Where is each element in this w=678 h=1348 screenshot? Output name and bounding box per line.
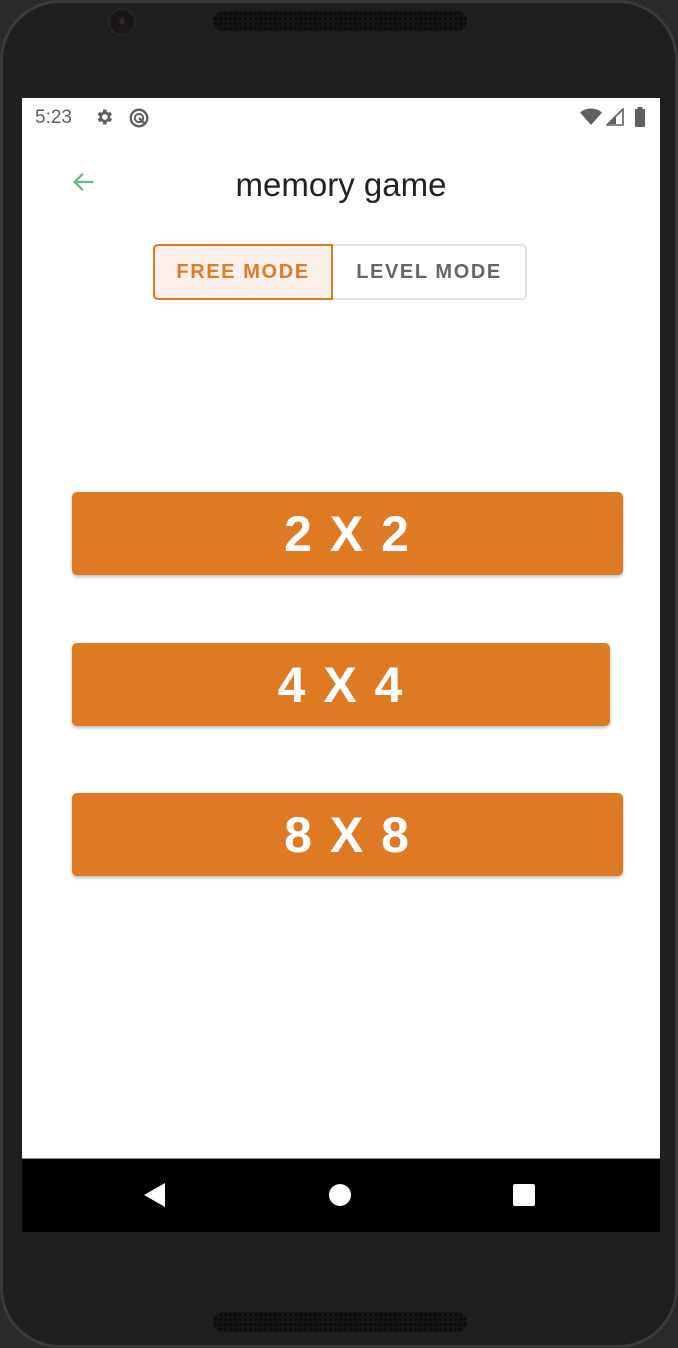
back-triangle-icon: [143, 1182, 167, 1213]
phone-frame: 5:23 memory game FREE MODE LEVEL MODE 2 …: [0, 0, 678, 1348]
wifi-icon: [580, 108, 602, 131]
app-bar: memory game: [22, 136, 660, 236]
grid-2x2-button[interactable]: 2 X 2: [72, 492, 623, 575]
bottom-speaker: [213, 1312, 467, 1332]
mode-toggle: FREE MODE LEVEL MODE: [153, 244, 527, 300]
nav-recents-button[interactable]: [504, 1177, 544, 1217]
page-title: memory game: [235, 166, 447, 203]
system-nav-bar: [22, 1158, 660, 1232]
grid-8x8-button[interactable]: 8 X 8: [72, 793, 623, 876]
recents-square-icon: [512, 1183, 536, 1212]
status-time: 5:23: [35, 107, 72, 128]
nav-home-button[interactable]: [320, 1177, 360, 1217]
battery-icon: [634, 107, 646, 132]
status-bar: 5:23: [22, 98, 660, 136]
gear-icon: [94, 107, 114, 132]
front-camera: [110, 10, 134, 34]
cellular-signal-icon: [605, 107, 624, 131]
home-circle-icon: [328, 1183, 352, 1212]
grid-4x4-button[interactable]: 4 X 4: [72, 643, 610, 726]
nav-back-button[interactable]: [135, 1177, 175, 1217]
screen: 5:23 memory game FREE MODE LEVEL MODE 2 …: [22, 98, 660, 1232]
level-mode-tab[interactable]: LEVEL MODE: [333, 244, 527, 300]
free-mode-tab[interactable]: FREE MODE: [153, 244, 334, 300]
top-speaker: [213, 11, 467, 31]
do-not-disturb-icon: [128, 107, 150, 134]
